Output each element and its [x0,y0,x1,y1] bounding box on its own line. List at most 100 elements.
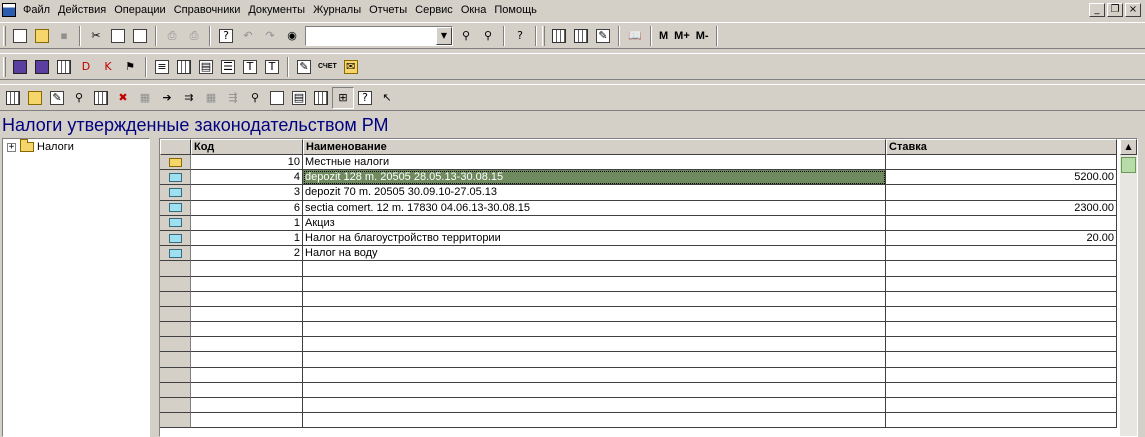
cell-rate[interactable] [886,398,1117,414]
chevron-down-icon[interactable]: ▼ [436,26,452,45]
cell-name[interactable]: depozit 128 m. 20505 28.05.13-30.08.15 [303,170,886,186]
cell-rate[interactable]: 2300.00 [886,200,1117,216]
row-indicator[interactable] [160,200,191,216]
menu-reports[interactable]: Отчеты [365,0,411,20]
cell-code[interactable] [191,352,303,368]
catalog-tree-button[interactable]: ⚑ [119,56,141,78]
print-preview-button[interactable]: ⎙ [183,25,205,47]
cell-code[interactable] [191,276,303,292]
info-button[interactable]: ? [354,87,376,109]
cell-code[interactable]: 3 [191,185,303,201]
cell-rate[interactable] [886,246,1117,262]
search-combo-value[interactable] [306,27,436,45]
tree-node-taxes[interactable]: + Налоги [3,139,149,155]
paste-button[interactable] [129,25,151,47]
row-indicator[interactable] [160,413,191,429]
view-record-button[interactable]: ⚲ [68,87,90,109]
app-icon[interactable] [2,3,16,17]
row-indicator[interactable] [160,322,191,338]
doc-list-button[interactable]: ☰ [217,56,239,78]
cell-name[interactable] [303,261,886,277]
cell-name[interactable] [303,322,886,338]
empty-row[interactable] [160,291,1117,307]
menu-operations[interactable]: Операции [110,0,169,20]
row-indicator[interactable] [160,185,191,201]
row-indicator[interactable] [160,352,191,368]
calculator-button[interactable] [548,25,570,47]
cell-code[interactable] [191,337,303,353]
cell-code[interactable] [191,382,303,398]
menu-journals[interactable]: Журналы [309,0,365,20]
row-indicator[interactable] [160,382,191,398]
cell-code[interactable]: 1 [191,215,303,231]
undo-button[interactable]: ↶ [237,25,259,47]
empty-row[interactable] [160,306,1117,323]
empty-row[interactable] [160,352,1117,368]
header-name[interactable]: Наименование [303,139,886,155]
new-document-button[interactable] [9,25,31,47]
cell-code[interactable] [191,291,303,307]
cell-rate[interactable] [886,215,1117,231]
empty-row[interactable] [160,322,1117,338]
catalog-debit-button[interactable]: D [75,56,97,78]
cell-code[interactable] [191,367,303,383]
cell-code[interactable]: 10 [191,155,303,171]
cell-name[interactable]: Местные налоги [303,155,886,171]
search-combo[interactable]: ▼ [305,25,453,46]
cell-rate[interactable]: 20.00 [886,230,1117,247]
catalog-goods-button[interactable] [31,56,53,78]
menu-help[interactable]: Помощь [490,0,541,20]
cell-name[interactable] [303,276,886,292]
cell-code[interactable] [191,261,303,277]
edit-record-button[interactable]: ✎ [46,87,68,109]
table-row[interactable]: 4 depozit 128 m. 20505 28.05.13-30.08.15 5… [160,170,1117,186]
cell-rate[interactable] [886,185,1117,201]
new-folder-button[interactable] [24,87,46,109]
copy-button[interactable] [107,25,129,47]
cell-name[interactable]: sectia comert. 12 m. 17830 04.06.13-30.0… [303,200,886,216]
row-indicator[interactable] [160,398,191,414]
minimize-button[interactable]: _ [1089,3,1105,17]
filter-button[interactable]: ⚲ [244,87,266,109]
print-button[interactable]: ⎙ [161,25,183,47]
toolbar-grip[interactable] [3,56,6,77]
empty-row[interactable] [160,276,1117,292]
cell-rate[interactable] [886,306,1117,323]
context-help-button[interactable]: ↖ [376,87,398,109]
hierarchy-button[interactable]: ⊞ [332,86,354,109]
cell-code[interactable]: 2 [191,246,303,262]
memory-button[interactable]: M [656,25,671,47]
doc-template-button[interactable]: T [261,56,283,78]
group-button[interactable]: ▦ [200,87,222,109]
restore-button[interactable]: ❐ [1107,3,1123,17]
toolbar-grip[interactable] [542,25,545,46]
table-row[interactable]: 2 Налог на воду [160,246,1117,262]
menu-documents[interactable]: Документы [244,0,309,20]
cell-rate[interactable] [886,322,1117,338]
scroll-thumb[interactable] [1121,157,1136,173]
cell-rate[interactable] [886,291,1117,307]
cell-name[interactable] [303,382,886,398]
properties-button[interactable]: ? [215,25,237,47]
menu-references[interactable]: Справочники [170,0,245,20]
empty-row[interactable] [160,398,1117,414]
catalog-partners-button[interactable] [53,56,75,78]
row-indicator[interactable] [160,246,191,262]
cell-name[interactable] [303,291,886,307]
cell-name[interactable]: depozit 70 m. 20505 30.09.10-27.05.13 [303,185,886,201]
cell-code[interactable]: 6 [191,200,303,216]
cell-name[interactable]: Акциз [303,215,886,231]
catalog-books-button[interactable] [9,56,31,78]
catalog-credit-button[interactable]: K [97,56,119,78]
cell-name[interactable] [303,413,886,429]
calendar-button[interactable] [570,25,592,47]
memory-subtract-button[interactable]: M- [693,25,712,47]
row-indicator[interactable] [160,337,191,353]
row-indicator[interactable] [160,276,191,292]
cell-name[interactable] [303,352,886,368]
find-prev-button[interactable]: ⚲ [477,25,499,47]
cell-rate[interactable] [886,276,1117,292]
transfer-button[interactable]: ⇶ [222,87,244,109]
table-row[interactable]: 10 Местные налоги [160,155,1117,171]
empty-row[interactable] [160,367,1117,383]
